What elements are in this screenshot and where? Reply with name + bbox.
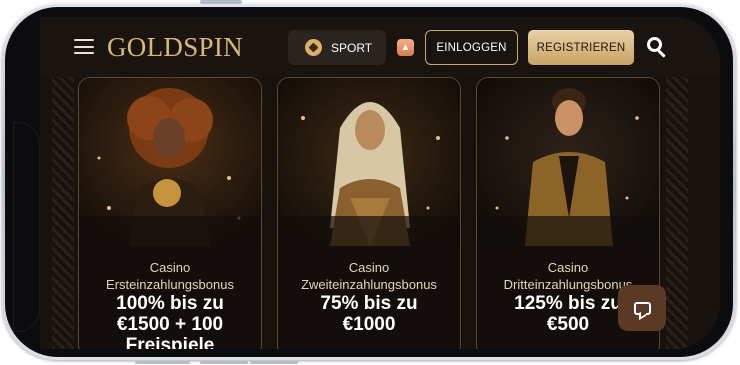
app-icon[interactable]: ▲: [397, 39, 414, 56]
chat-support-button[interactable]: [618, 285, 666, 331]
search-icon[interactable]: [647, 37, 669, 59]
phone-volume-button: [135, 361, 190, 364]
sport-button[interactable]: SPORT: [288, 30, 386, 65]
decorative-border: [52, 77, 74, 349]
phone-volume-button: [200, 361, 248, 364]
login-button[interactable]: EINLOGGEN: [425, 30, 518, 65]
sport-label: SPORT: [331, 40, 373, 55]
hamburger-menu-icon[interactable]: [74, 39, 94, 54]
promo-card-first-deposit[interactable]: Casino Ersteinzahlungsbonus 100% bis zu …: [78, 77, 262, 349]
register-button[interactable]: REGISTRIEREN: [528, 30, 634, 65]
decorative-border: [666, 77, 688, 349]
app-screen: Casino Ersteinzahlungsbonus 100% bis zu …: [40, 17, 720, 349]
soccer-ball-icon: [305, 39, 322, 56]
promo-offer: 75% bis zu €1000: [320, 293, 418, 335]
top-navigation-bar: GOLDSPIN SPORT ▲ EINLOGGEN REGISTRIEREN: [40, 17, 720, 77]
promo-image-man-gold-suit: [477, 78, 659, 246]
phone-volume-button: [250, 361, 298, 364]
promo-title: Casino Ersteinzahlungsbonus: [106, 260, 234, 292]
chat-icon: [633, 301, 651, 315]
promo-image-woman-curly-hair: [79, 78, 261, 246]
promo-title: Casino Zweiteinzahlungsbonus: [301, 260, 437, 292]
promo-image-woman-blonde: [278, 78, 460, 246]
promo-offer: 100% bis zu €1500 + 100 Freispiele: [116, 293, 224, 349]
phone-side-button: [200, 0, 242, 4]
goldspin-logo[interactable]: GOLDSPIN: [107, 32, 243, 63]
promo-card-second-deposit[interactable]: Casino Zweiteinzahlungsbonus 75% bis zu …: [277, 77, 461, 349]
phone-notch: [13, 122, 40, 332]
